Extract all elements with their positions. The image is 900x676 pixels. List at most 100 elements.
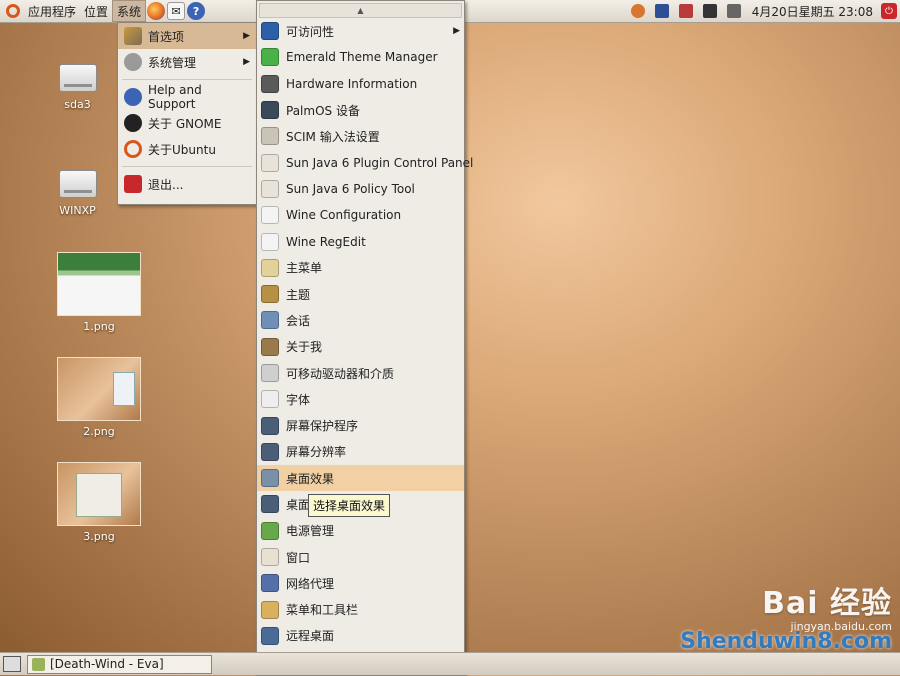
menu-item-label: 系统管理 [148, 55, 197, 70]
window-icon [261, 548, 279, 567]
menu-item-label: 桌面效果 [286, 471, 335, 486]
user-switcher-icon[interactable] [630, 4, 645, 18]
desktop-icon-sda3[interactable]: sda3 [40, 64, 115, 111]
menu-item-label: 屏幕保护程序 [286, 419, 359, 434]
wine-window-icon [261, 206, 279, 225]
removable-media-disc-icon [261, 364, 279, 382]
preferences-item-20[interactable]: 窗口 [257, 544, 464, 570]
preferences-item-1[interactable]: Emerald Theme Manager [257, 44, 464, 70]
network-tray-icon[interactable] [654, 4, 669, 18]
tooltip: 选择桌面效果 [308, 494, 391, 517]
system-menu-item-about-gnome[interactable]: 关于 GNOME [118, 110, 256, 136]
keyboard-icon [261, 127, 279, 146]
desktop-icon-2png[interactable]: 2.png [57, 357, 141, 438]
preferences-item-19[interactable]: 电源管理 [257, 518, 464, 544]
menu-places[interactable]: 位置 [80, 0, 112, 22]
java-cup-icon [261, 153, 279, 172]
menu-item-label: 关于 GNOME [148, 116, 222, 131]
help-launcher-icon[interactable]: ? [187, 2, 206, 20]
submenu-arrow-icon: ▶ [453, 26, 460, 37]
preferences-item-13[interactable]: 可移动驱动器和介质 [257, 360, 464, 386]
menu-item-label: 窗口 [286, 550, 311, 565]
scroll-up-button[interactable]: ▲ [259, 3, 462, 18]
firefox-launcher-icon[interactable] [147, 2, 166, 20]
wine-window-icon [261, 232, 279, 251]
menu-item-label: 可访问性 [286, 24, 335, 39]
system-menu-item-about-ubuntu[interactable]: 关于Ubuntu [118, 136, 256, 162]
menu-system[interactable]: 系统 [112, 0, 147, 22]
preferences-item-23[interactable]: 远程桌面 [257, 623, 464, 649]
help-icon [124, 88, 142, 106]
preferences-item-4[interactable]: SCIM 输入法设置 [257, 123, 464, 149]
preferences-item-11[interactable]: 会话 [257, 307, 464, 333]
submenu-arrow-icon: ▶ [243, 31, 250, 41]
system-menu-item-preferences[interactable]: 首选项 ▶ [118, 23, 256, 49]
submenu-arrow-icon: ▶ [243, 57, 250, 67]
menu-item-label: Wine RegEdit [286, 234, 366, 249]
preferences-item-6[interactable]: Sun Java 6 Policy Tool [257, 176, 464, 202]
preferences-item-8[interactable]: Wine RegEdit [257, 228, 464, 254]
desktop-icon-label: 1.png [83, 320, 115, 333]
watermark-main: Bai 经验 [762, 586, 892, 621]
screensaver-monitor-icon [261, 416, 279, 435]
preferences-item-9[interactable]: 主菜单 [257, 255, 464, 281]
menu-item-label: Help and Support [148, 83, 202, 111]
preferences-icon [124, 27, 142, 45]
menu-item-label: SCIM 输入法设置 [286, 129, 380, 144]
desktop-background-icon [261, 495, 279, 514]
mail-launcher-icon[interactable]: ✉ [167, 2, 186, 20]
show-desktop-icon[interactable] [3, 656, 21, 672]
menu-item-label: 字体 [286, 392, 311, 407]
preferences-item-15[interactable]: 屏幕保护程序 [257, 412, 464, 438]
desktop-icon-label: sda3 [64, 98, 91, 111]
menu-separator [122, 166, 252, 167]
update-tray-icon[interactable] [678, 4, 693, 18]
desktop-icon-1png[interactable]: 1.png [57, 252, 141, 333]
preferences-item-3[interactable]: PalmOS 设备 [257, 97, 464, 123]
preferences-item-10[interactable]: 主题 [257, 281, 464, 307]
remote-desktop-icon [261, 626, 279, 645]
system-menu-item-administration[interactable]: 系统管理 ▶ [118, 49, 256, 75]
preferences-item-22[interactable]: 菜单和工具栏 [257, 597, 464, 623]
administration-gear-icon [124, 53, 142, 71]
menu-item-label: Emerald Theme Manager [286, 50, 438, 65]
ubuntu-logo-icon [6, 4, 20, 18]
system-menu-item-quit[interactable]: 退出... [118, 171, 256, 197]
accessibility-icon [261, 22, 279, 41]
menu-item-label: Hardware Information [286, 76, 418, 91]
preferences-item-2[interactable]: Hardware Information [257, 71, 464, 97]
preferences-item-17[interactable]: 桌面效果 [257, 465, 464, 492]
drive-icon [58, 170, 97, 198]
image-thumbnail [57, 462, 141, 526]
drive-icon [58, 64, 97, 92]
desktop-icon-winxp[interactable]: WINXP [40, 170, 115, 217]
preferences-item-14[interactable]: 字体 [257, 386, 464, 412]
task-button-label: [Death-Wind - Eva] [50, 657, 164, 671]
power-icon[interactable]: ⏻ [881, 3, 897, 19]
desktop-icon-3png[interactable]: 3.png [57, 462, 141, 543]
task-button[interactable]: [Death-Wind - Eva] [27, 654, 212, 674]
clock[interactable]: 4月20日星期五 23:08 [746, 3, 879, 20]
menu-item-label: 桌面 [286, 497, 311, 512]
system-tray: 4月20日星期五 23:08 ⏻ [626, 0, 900, 22]
system-menu-item-help[interactable]: Help and Support [118, 83, 256, 111]
preferences-item-7[interactable]: Wine Configuration [257, 202, 464, 228]
menu-places-label: 位置 [84, 4, 109, 19]
preferences-item-12[interactable]: 关于我 [257, 334, 464, 360]
menu-item-label: Sun Java 6 Policy Tool [286, 181, 415, 196]
image-thumbnail [57, 252, 141, 316]
emerald-gem-icon [261, 48, 279, 67]
volume-icon[interactable] [726, 4, 741, 18]
preferences-item-5[interactable]: Sun Java 6 Plugin Control Panel [257, 149, 473, 175]
menu-applications-label: 应用程序 [28, 4, 77, 19]
desktop-effects-icon [261, 469, 279, 488]
menu-applications[interactable]: 应用程序 [24, 0, 80, 22]
preferences-item-16[interactable]: 屏幕分辨率 [257, 439, 464, 465]
power-icon [124, 175, 142, 193]
preferences-item-0[interactable]: 可访问性 ▶ [257, 18, 464, 44]
preferences-item-21[interactable]: 网络代理 [257, 570, 464, 596]
main-menu-icon [261, 258, 279, 277]
preferences-menu: ▲ 可访问性 ▶ Emerald Theme Manager Hardware Inf… [256, 0, 473, 676]
watermark-site: Shenduwin8.com [680, 629, 892, 654]
monitor-tray-icon[interactable] [702, 4, 717, 18]
